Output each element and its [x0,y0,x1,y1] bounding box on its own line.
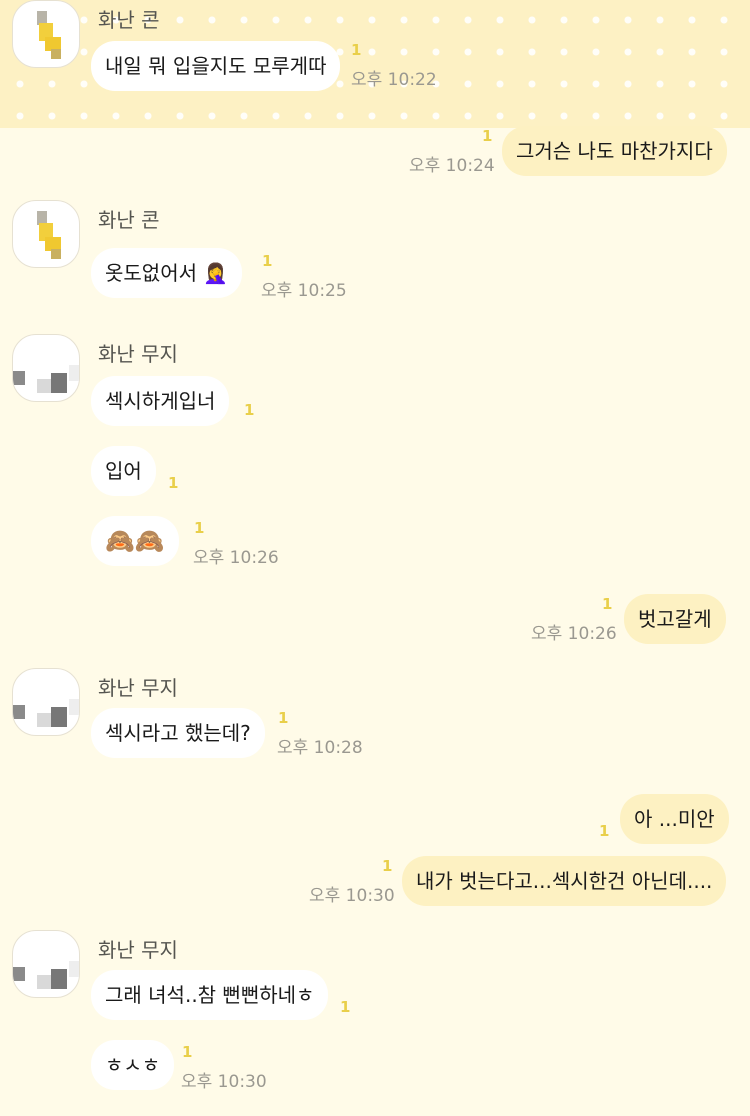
sender-name: 화난 콘 [98,208,160,232]
message-bubble[interactable]: 그래 녀석..참 뻔뻔하네ㅎ [91,970,329,1020]
unread-count: 1 [482,127,493,145]
unread-count: 1 [278,709,289,727]
avatar-angry-kon[interactable] [12,200,80,268]
avatar-angry-muzi[interactable] [12,334,80,402]
sender-name: 화난 무지 [98,676,178,700]
sender-name: 화난 무지 [98,938,178,962]
message-bubble[interactable]: 옷도없어서 🤦‍♀️ [91,248,243,298]
message-time: 오후 10:22 [351,70,437,90]
unread-count: 1 [244,401,255,419]
message-bubble[interactable]: 섹시라고 했는데? [91,708,265,758]
message-time: 오후 10:30 [181,1072,267,1092]
message-bubble-outgoing[interactable]: 그거슨 나도 마찬가지다 [502,126,727,176]
sender-name: 화난 콘 [98,8,160,32]
unread-count: 1 [182,1043,193,1061]
sender-name: 화난 무지 [98,342,178,366]
message-bubble-outgoing[interactable]: 내가 벗는다고...섹시한건 아닌데.... [402,856,727,906]
message-bubble[interactable]: 🙈🙈 [91,516,179,566]
message-time: 오후 10:26 [193,548,279,568]
unread-count: 1 [351,41,362,59]
message-time: 오후 10:30 [309,886,395,906]
message-bubble-outgoing[interactable]: 아 ...미안 [620,794,729,844]
unread-count: 1 [599,822,610,840]
message-bubble[interactable]: 섹시하게입너 [91,376,230,426]
unread-count: 1 [340,998,351,1016]
message-bubble[interactable]: 입어 [91,446,156,496]
message-time: 오후 10:28 [277,738,363,758]
unread-count: 1 [602,595,613,613]
message-bubble[interactable]: ㅎㅅㅎ [91,1040,175,1090]
unread-count: 1 [168,474,179,492]
unread-count: 1 [194,519,205,537]
avatar-angry-muzi[interactable] [12,930,80,998]
message-time: 오후 10:24 [409,156,495,176]
message-bubble-outgoing[interactable]: 벗고갈게 [624,594,726,644]
message-time: 오후 10:25 [261,281,347,301]
avatar-angry-kon[interactable] [12,0,80,68]
unread-count: 1 [262,252,273,270]
message-time: 오후 10:26 [531,624,617,644]
message-bubble[interactable]: 내일 뭐 입을지도 모루게따 [91,41,341,91]
avatar-angry-muzi[interactable] [12,668,80,736]
unread-count: 1 [382,857,393,875]
